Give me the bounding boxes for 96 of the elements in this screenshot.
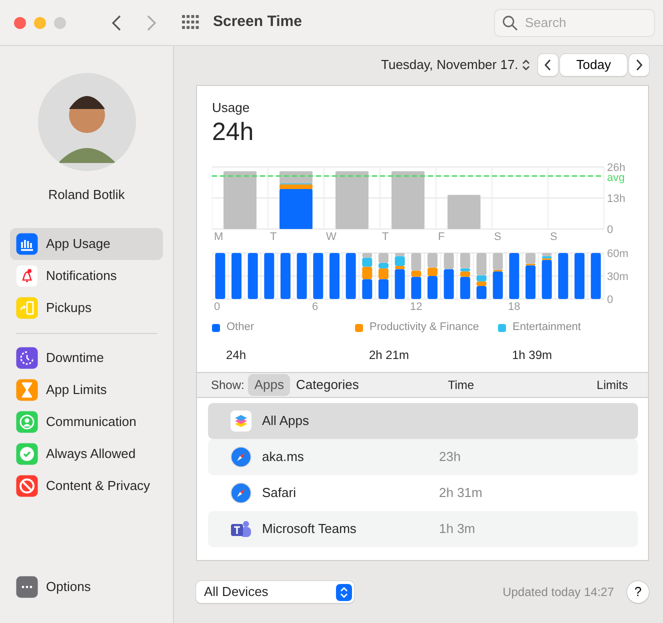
legend-label: Other bbox=[226, 320, 254, 336]
bar bbox=[264, 253, 274, 300]
today-button[interactable]: Today bbox=[560, 54, 627, 76]
help-button[interactable]: ? bbox=[627, 581, 649, 604]
app-name: All Apps bbox=[262, 412, 310, 430]
sidebar-item[interactable]: Communication bbox=[10, 406, 163, 438]
bar bbox=[280, 253, 290, 300]
bell-icon bbox=[16, 264, 38, 286]
bar bbox=[558, 253, 568, 300]
search-field[interactable]: Search bbox=[494, 8, 655, 36]
compass-icon bbox=[230, 446, 252, 468]
close-button[interactable] bbox=[14, 16, 26, 28]
app-time: 2h 31m bbox=[439, 484, 482, 502]
bar bbox=[392, 172, 424, 230]
stepper-icon[interactable] bbox=[522, 58, 530, 71]
axis-label: 0 bbox=[607, 294, 614, 306]
average-label: avg bbox=[607, 172, 625, 184]
axis-label: 60m bbox=[607, 248, 628, 260]
person-icon bbox=[16, 410, 38, 432]
device-dropdown[interactable]: All Devices bbox=[196, 581, 354, 604]
sidebar-item[interactable]: App Usage bbox=[10, 228, 163, 260]
chevron-right-icon bbox=[635, 58, 643, 71]
app-row[interactable]: Safari 2h 31m bbox=[208, 474, 638, 511]
phone-icon bbox=[16, 296, 38, 318]
axis-label: 26h bbox=[607, 162, 626, 174]
axis-label: S bbox=[550, 231, 558, 244]
bar bbox=[346, 253, 356, 300]
axis-label: F bbox=[438, 231, 445, 244]
bar bbox=[296, 253, 307, 300]
app-row[interactable]: Microsoft Teams 1h 3m bbox=[208, 510, 638, 547]
bar bbox=[336, 172, 368, 230]
dropdown-icon bbox=[336, 584, 352, 601]
legend-total: 2h 21m bbox=[369, 346, 410, 364]
legend-label: Entertainment bbox=[512, 320, 581, 336]
prohibited-icon bbox=[16, 474, 38, 496]
compass-icon bbox=[230, 482, 252, 504]
bar bbox=[248, 253, 258, 300]
user-name: Roland Botlik bbox=[47, 186, 126, 204]
bar bbox=[448, 195, 480, 230]
app-row[interactable]: All Apps bbox=[208, 402, 638, 439]
sidebar-item[interactable]: Options bbox=[10, 571, 163, 603]
app-name: Microsoft Teams bbox=[262, 520, 358, 538]
show-label: Show: bbox=[211, 376, 244, 394]
app-row[interactable]: aka.ms 23h bbox=[208, 438, 638, 475]
bar-chart-icon bbox=[16, 232, 38, 254]
hourglass-icon bbox=[16, 378, 38, 400]
app-time: 1h 3m bbox=[439, 520, 476, 538]
axis-label: T bbox=[270, 231, 277, 244]
segment-tab[interactable]: Categories bbox=[290, 374, 365, 396]
legend-total: 1h 39m bbox=[512, 346, 554, 364]
previous-day-button[interactable] bbox=[538, 54, 558, 76]
column-header: Limits bbox=[596, 376, 628, 394]
axis-label: T bbox=[382, 231, 389, 244]
usage-title: Usage bbox=[212, 98, 251, 117]
bar bbox=[313, 253, 324, 300]
segment-tab[interactable]: Apps bbox=[248, 374, 290, 396]
updated-label: Updated today 14:27 bbox=[502, 584, 614, 602]
axis-label: 30m bbox=[607, 271, 628, 284]
window-title: Screen Time bbox=[213, 12, 302, 32]
app-time: 23h bbox=[439, 448, 461, 466]
sidebar-item[interactable]: Pickups bbox=[10, 292, 163, 324]
stack-icon bbox=[230, 410, 252, 432]
axis-label: 6 bbox=[312, 301, 318, 314]
checkmark-icon bbox=[16, 442, 38, 464]
axis-label: W bbox=[326, 231, 336, 244]
usage-total: 24h bbox=[212, 117, 255, 148]
sidebar-item[interactable]: Downtime bbox=[10, 342, 163, 374]
bar bbox=[509, 253, 520, 300]
more-icon bbox=[16, 576, 38, 598]
bar bbox=[232, 253, 242, 300]
date-label[interactable]: Tuesday, November 17. bbox=[381, 55, 518, 75]
next-day-button[interactable] bbox=[629, 54, 649, 76]
axis-label: M bbox=[214, 231, 224, 244]
axis-label: S bbox=[494, 231, 502, 244]
bar bbox=[215, 253, 226, 300]
sidebar-item[interactable]: Content & Privacy bbox=[10, 470, 163, 502]
app-name: Safari bbox=[262, 484, 297, 502]
sidebar-item[interactable]: App Limits bbox=[10, 374, 163, 406]
column-header: Time bbox=[448, 376, 474, 394]
axis-label: 0 bbox=[214, 301, 220, 314]
app-name: aka.ms bbox=[262, 448, 305, 466]
axis-label: 12 bbox=[410, 301, 422, 314]
bar bbox=[590, 253, 601, 300]
bar bbox=[224, 172, 256, 230]
legend-label: Productivity & Finance bbox=[370, 320, 479, 336]
bar bbox=[330, 253, 340, 300]
axis-label: 0 bbox=[607, 224, 614, 236]
legend-total: 24h bbox=[226, 346, 248, 364]
bar bbox=[574, 253, 584, 300]
axis-label: 18 bbox=[508, 301, 520, 314]
clock-icon bbox=[16, 346, 38, 368]
chevron-left-icon bbox=[544, 58, 552, 71]
sidebar-item[interactable]: Notifications bbox=[10, 260, 163, 292]
axis-label: 13h bbox=[607, 193, 626, 206]
sidebar-item[interactable]: Always Allowed bbox=[10, 438, 163, 470]
grid-icon[interactable] bbox=[182, 14, 200, 30]
